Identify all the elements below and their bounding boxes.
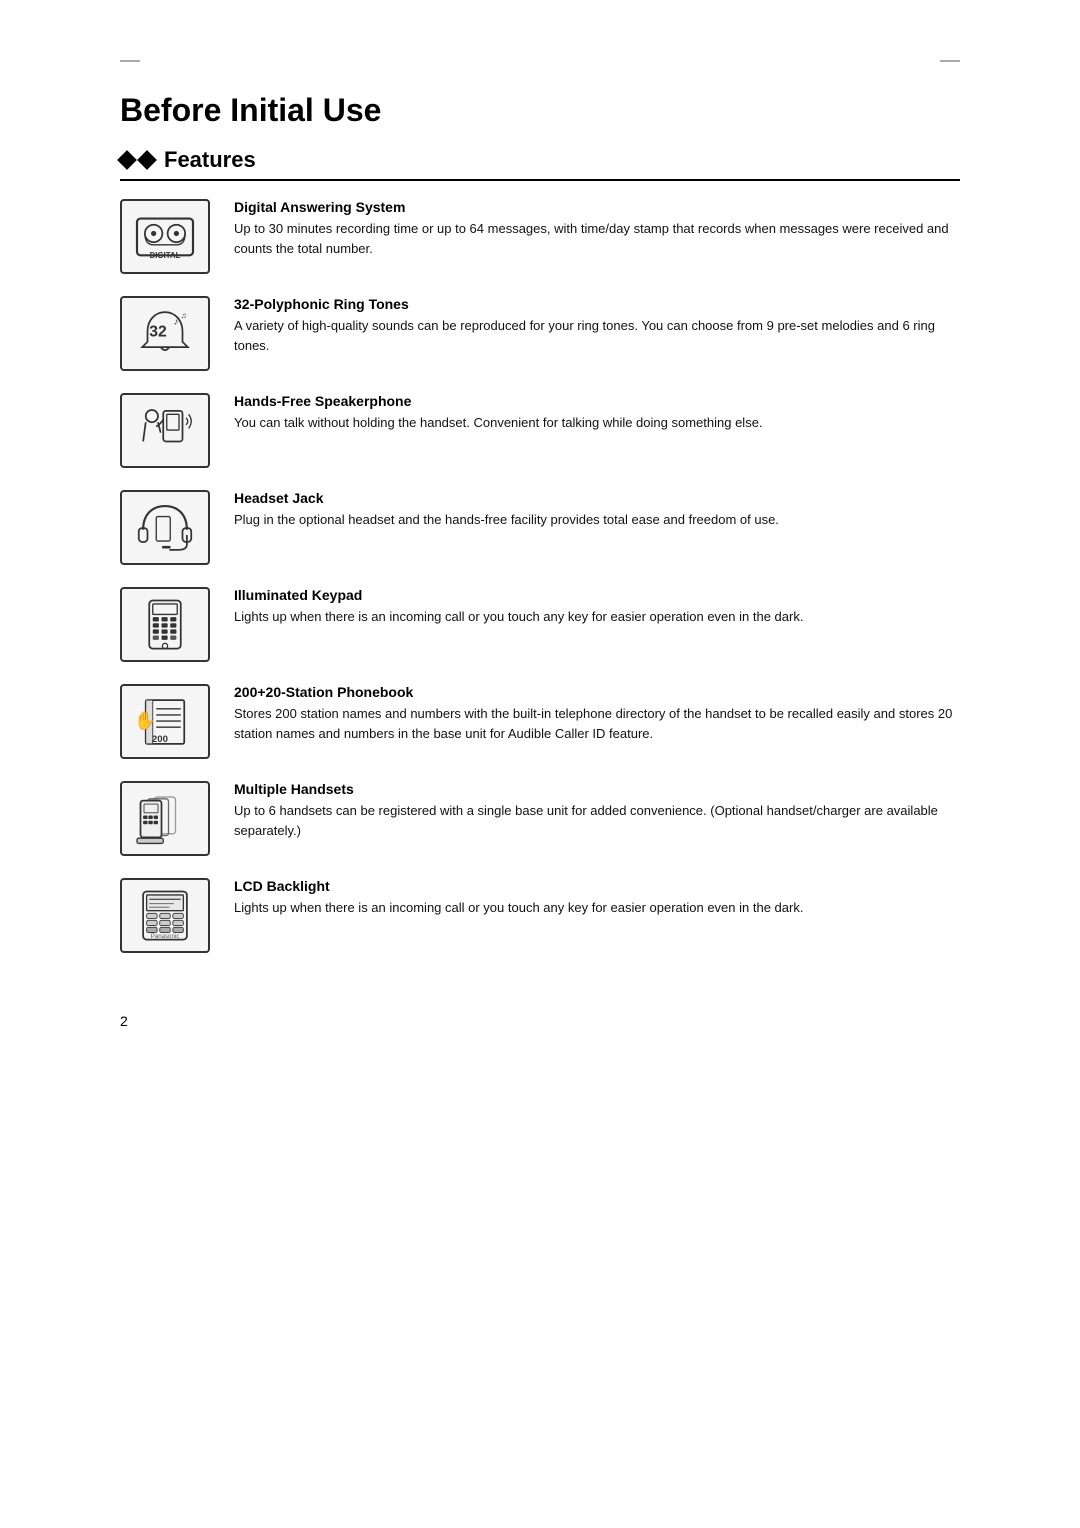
feature-icon-polyphonic: ♪ ♫ 32: [120, 296, 210, 371]
feature-desc-digital: Up to 30 minutes recording time or up to…: [234, 219, 960, 258]
feature-digital-answering: DIGITAL Digital Answering System Up to 3…: [120, 199, 960, 274]
diamond-icons: [120, 153, 156, 167]
speakerphone-svg: [130, 398, 200, 463]
feature-desc-handsets: Up to 6 handsets can be registered with …: [234, 801, 960, 840]
feature-title-polyphonic: 32-Polyphonic Ring Tones: [234, 296, 960, 312]
feature-title-headset: Headset Jack: [234, 490, 960, 506]
svg-text:DIGITAL: DIGITAL: [150, 251, 181, 260]
features-list: DIGITAL Digital Answering System Up to 3…: [120, 199, 960, 953]
feature-content-headset: Headset Jack Plug in the optional headse…: [234, 490, 960, 530]
feature-title-keypad: Illuminated Keypad: [234, 587, 960, 603]
feature-title-phonebook: 200+20-Station Phonebook: [234, 684, 960, 700]
feature-icon-phonebook: ✋ 200: [120, 684, 210, 759]
svg-text:200: 200: [152, 734, 168, 745]
feature-content-lcd: LCD Backlight Lights up when there is an…: [234, 878, 960, 918]
feature-speakerphone: Hands-Free Speakerphone You can talk wit…: [120, 393, 960, 468]
lcd-svg: Panasonic: [130, 883, 200, 948]
feature-handsets: Multiple Handsets Up to 6 handsets can b…: [120, 781, 960, 856]
feature-icon-handsets: [120, 781, 210, 856]
svg-text:♪: ♪: [174, 316, 179, 327]
feature-content-handsets: Multiple Handsets Up to 6 handsets can b…: [234, 781, 960, 840]
svg-text:♫: ♫: [181, 311, 187, 320]
feature-icon-headset: [120, 490, 210, 565]
section-header: Features: [120, 147, 960, 181]
feature-desc-headset: Plug in the optional headset and the han…: [234, 510, 960, 530]
feature-polyphonic: ♪ ♫ 32 32-Polyphonic Ring Tones A variet…: [120, 296, 960, 371]
feature-icon-lcd: Panasonic: [120, 878, 210, 953]
handsets-svg: [130, 786, 200, 851]
diamond-icon-2: [137, 150, 157, 170]
feature-icon-speakerphone: [120, 393, 210, 468]
page-title: Before Initial Use: [120, 92, 960, 129]
feature-content-speakerphone: Hands-Free Speakerphone You can talk wit…: [234, 393, 960, 433]
svg-text:Panasonic: Panasonic: [151, 933, 180, 940]
keypad-svg: [130, 592, 200, 657]
feature-title-lcd: LCD Backlight: [234, 878, 960, 894]
feature-lcd: Panasonic LCD Backlight Lights up when t…: [120, 878, 960, 953]
feature-title-handsets: Multiple Handsets: [234, 781, 960, 797]
phonebook-svg: ✋ 200: [130, 689, 200, 754]
headset-svg: [130, 495, 200, 560]
diamond-icon-1: [117, 150, 137, 170]
feature-title-speakerphone: Hands-Free Speakerphone: [234, 393, 960, 409]
feature-desc-phonebook: Stores 200 station names and numbers wit…: [234, 704, 960, 743]
feature-content-polyphonic: 32-Polyphonic Ring Tones A variety of hi…: [234, 296, 960, 355]
page-number: 2: [120, 1013, 960, 1029]
feature-phonebook: ✋ 200 200+20-Station Phonebook Stores 20…: [120, 684, 960, 759]
feature-content-phonebook: 200+20-Station Phonebook Stores 200 stat…: [234, 684, 960, 743]
polyphonic-svg: ♪ ♫ 32: [130, 301, 200, 366]
feature-content-keypad: Illuminated Keypad Lights up when there …: [234, 587, 960, 627]
feature-headset: Headset Jack Plug in the optional headse…: [120, 490, 960, 565]
feature-keypad: Illuminated Keypad Lights up when there …: [120, 587, 960, 662]
feature-desc-polyphonic: A variety of high-quality sounds can be …: [234, 316, 960, 355]
svg-text:✋: ✋: [134, 710, 156, 730]
svg-text:32: 32: [149, 324, 167, 341]
feature-title-digital: Digital Answering System: [234, 199, 960, 215]
digital-answering-svg: DIGITAL: [130, 204, 200, 269]
feature-icon-digital: DIGITAL: [120, 199, 210, 274]
feature-content-digital: Digital Answering System Up to 30 minute…: [234, 199, 960, 258]
feature-desc-keypad: Lights up when there is an incoming call…: [234, 607, 960, 627]
feature-desc-lcd: Lights up when there is an incoming call…: [234, 898, 960, 918]
feature-icon-keypad: [120, 587, 210, 662]
feature-desc-speakerphone: You can talk without holding the handset…: [234, 413, 960, 433]
section-title-text: Features: [164, 147, 256, 173]
